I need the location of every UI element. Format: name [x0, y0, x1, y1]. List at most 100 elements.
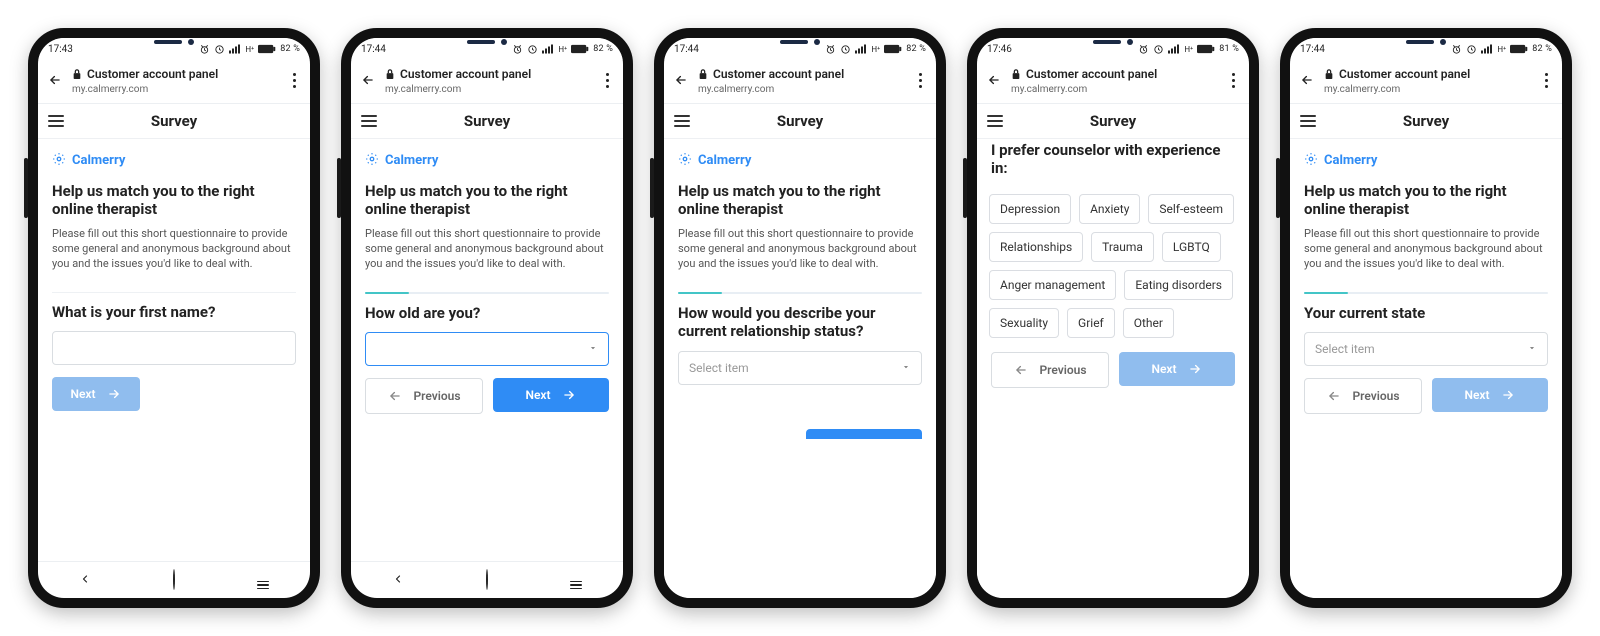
page-title: Customer account panel — [1026, 68, 1157, 81]
back-icon[interactable] — [359, 73, 377, 87]
kebab-menu-icon[interactable] — [286, 73, 302, 88]
page-host: my.calmerry.com — [698, 84, 904, 95]
select-input[interactable]: Select item — [1304, 332, 1548, 366]
gear-icon — [52, 151, 66, 170]
option-chip[interactable]: Depression — [989, 194, 1071, 224]
app-header: Survey — [664, 104, 936, 139]
kebab-menu-icon[interactable] — [599, 73, 615, 88]
header-title: Survey — [387, 112, 587, 130]
kebab-menu-icon[interactable] — [1538, 73, 1554, 88]
header-title: Survey — [74, 112, 274, 130]
signal-icon — [855, 44, 867, 54]
next-button[interactable]: Next — [1119, 352, 1235, 386]
header-title: Survey — [700, 112, 900, 130]
question-heading: What is your first name? — [52, 303, 296, 322]
intro-block: Help us match you to the right online th… — [664, 182, 936, 282]
browser-bar: Customer account panel my.calmerry.com — [977, 60, 1249, 104]
page-title: Customer account panel — [713, 68, 844, 81]
phone-frame: 17:44 H⁺ 82 % Custome — [654, 28, 946, 608]
header-title: Survey — [1326, 112, 1526, 130]
nav-recent-icon[interactable] — [570, 567, 582, 590]
progress-bar — [678, 292, 922, 294]
select-input[interactable]: Select item — [678, 351, 922, 385]
option-chip[interactable]: LGBTQ — [1162, 232, 1221, 262]
hamburger-icon[interactable] — [1300, 115, 1316, 127]
option-chip[interactable]: Other — [1123, 308, 1174, 338]
previous-button[interactable]: Previous — [991, 352, 1109, 388]
status-time: 17:44 — [361, 44, 386, 55]
chevron-down-icon — [1527, 342, 1537, 356]
lock-icon — [72, 66, 82, 84]
page-host: my.calmerry.com — [1324, 84, 1530, 95]
option-chip[interactable]: Trauma — [1091, 232, 1154, 262]
progress-bar — [365, 292, 609, 294]
lock-icon — [1011, 66, 1021, 84]
back-icon[interactable] — [46, 73, 64, 87]
next-button[interactable]: Next — [493, 378, 609, 412]
browser-bar: Customer account panel my.calmerry.com — [664, 60, 936, 104]
brand-name: Calmerry — [1324, 153, 1377, 168]
first-name-input[interactable] — [52, 331, 296, 365]
brand: Calmerry — [38, 139, 310, 176]
option-chip[interactable]: Self-esteem — [1148, 194, 1234, 224]
option-chip[interactable]: Eating disorders — [1124, 270, 1233, 300]
select-placeholder: Select item — [1315, 342, 1375, 356]
kebab-menu-icon[interactable] — [1225, 73, 1241, 88]
gear-icon — [678, 151, 692, 170]
nav-home-icon[interactable] — [486, 570, 488, 589]
question-heading: I prefer counselor with experience in: — [991, 141, 1235, 179]
phone-frame: 17:46 H⁺ 81 % Custome — [967, 28, 1259, 608]
app-header: Survey — [38, 104, 310, 139]
status-time: 17:46 — [987, 44, 1012, 55]
intro-body: Please fill out this short questionnaire… — [678, 227, 922, 272]
back-icon[interactable] — [672, 73, 690, 87]
option-chip[interactable]: Relationships — [989, 232, 1083, 262]
intro-block: Help us match you to the right online th… — [38, 182, 310, 282]
next-button[interactable]: Next — [1432, 378, 1548, 412]
option-chip[interactable]: Anxiety — [1079, 194, 1140, 224]
chip-group: Depression Anxiety Self-esteem Relationship… — [977, 188, 1249, 340]
intro-block: Help us match you to the right online th… — [1290, 182, 1562, 282]
select-placeholder: Select item — [689, 361, 749, 375]
app-header: Survey — [977, 104, 1249, 139]
question-heading: How would you describe your current rela… — [678, 304, 922, 342]
back-icon[interactable] — [1298, 73, 1316, 87]
nav-recent-icon[interactable] — [257, 567, 269, 590]
content-area: I prefer counselor with experience in: D… — [977, 139, 1249, 598]
hamburger-icon[interactable] — [48, 115, 64, 127]
age-select[interactable] — [365, 332, 609, 366]
signal-icon — [1168, 44, 1180, 54]
next-button[interactable]: Next — [52, 377, 140, 411]
nav-back-icon[interactable] — [392, 570, 404, 589]
previous-button[interactable]: Previous — [365, 378, 483, 414]
nav-home-icon[interactable] — [173, 570, 175, 589]
previous-button[interactable]: Previous — [1304, 378, 1422, 414]
next-label: Next — [1464, 388, 1489, 402]
nav-back-icon[interactable] — [79, 570, 91, 589]
kebab-menu-icon[interactable] — [912, 73, 928, 88]
browser-bar: Customer account panel my.calmerry.com — [38, 60, 310, 104]
back-icon[interactable] — [985, 73, 1003, 87]
hamburger-icon[interactable] — [674, 115, 690, 127]
signal-icon — [542, 44, 554, 54]
intro-heading: Help us match you to the right online th… — [1304, 182, 1548, 220]
option-chip[interactable]: Anger management — [989, 270, 1116, 300]
app-header: Survey — [351, 104, 623, 139]
intro-heading: Help us match you to the right online th… — [52, 182, 296, 220]
page-title: Customer account panel — [400, 68, 531, 81]
phone-notch — [452, 38, 522, 46]
hamburger-icon[interactable] — [361, 115, 377, 127]
battery-icon — [884, 44, 902, 54]
clock-icon — [1466, 44, 1477, 55]
next-label: Next — [1151, 362, 1176, 376]
option-chip[interactable]: Sexuality — [989, 308, 1059, 338]
question-heading: How old are you? — [365, 304, 609, 323]
lock-icon — [1324, 66, 1334, 84]
next-button[interactable] — [806, 429, 922, 439]
hamburger-icon[interactable] — [987, 115, 1003, 127]
content-area: Calmerry Help us match you to the right … — [664, 139, 936, 598]
browser-bar: Customer account panel my.calmerry.com — [351, 60, 623, 104]
page-title: Customer account panel — [87, 68, 218, 81]
next-label: Next — [70, 387, 95, 401]
option-chip[interactable]: Grief — [1067, 308, 1115, 338]
